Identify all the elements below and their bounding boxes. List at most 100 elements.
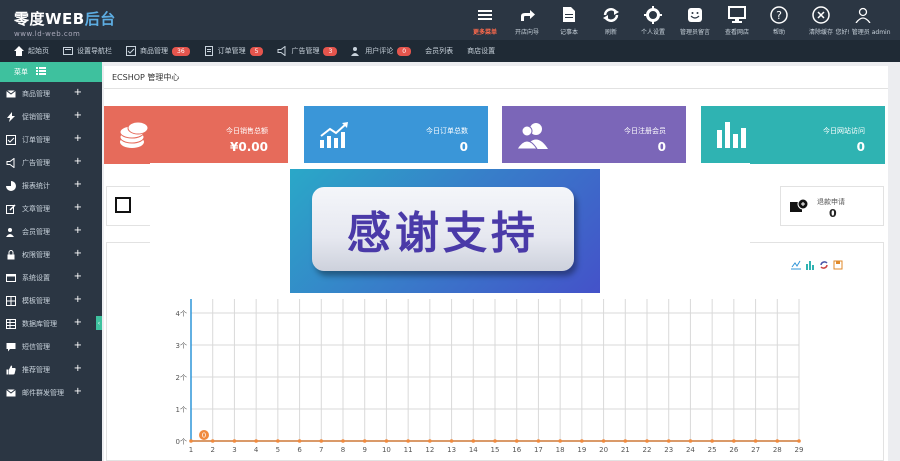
line-chart-icon[interactable]	[791, 260, 801, 270]
sidebar-item[interactable]: 订单管理 +	[0, 128, 102, 151]
topnav-setup-wizard[interactable]: 开店向导	[506, 0, 548, 40]
topnav-view-store[interactable]: 查看网店	[716, 0, 758, 40]
quick-nav-ads[interactable]: 广告管理 3	[277, 46, 338, 56]
thank-you-button[interactable]: 感谢支持	[312, 187, 574, 271]
quick-nav-comments[interactable]: 用户评论 0	[351, 46, 412, 56]
expand-plus-icon[interactable]: +	[74, 340, 82, 351]
users-icon	[516, 120, 550, 152]
expand-plus-icon[interactable]: +	[74, 271, 82, 282]
sidebar-item[interactable]: 会员管理 +	[0, 220, 102, 243]
expand-plus-icon[interactable]: +	[74, 248, 82, 259]
quick-nav-label: 广告管理	[291, 47, 320, 55]
quick-nav-goods[interactable]: 商品管理 36	[126, 46, 190, 56]
expand-plus-icon[interactable]: +	[74, 202, 82, 213]
expand-plus-icon[interactable]: +	[74, 110, 82, 121]
sidebar-item[interactable]: 邮件群发管理 +	[0, 381, 102, 404]
sidebar-item-label: 模板管理	[22, 296, 50, 305]
x-tick-label: 14	[469, 446, 478, 454]
data-point	[297, 439, 302, 443]
save-icon[interactable]	[833, 260, 843, 270]
sidebar-item[interactable]: 短信管理 +	[0, 335, 102, 358]
topnav-label: 个人设置	[640, 28, 665, 36]
stat-card-members[interactable]: 今日注册会员 0	[502, 106, 686, 164]
refund-icon	[789, 197, 809, 217]
data-point	[449, 439, 454, 443]
topnav-personal-settings[interactable]: 个人设置	[632, 0, 674, 40]
x-tick-label: 5	[276, 446, 280, 454]
sidebar-item-label: 权限管理	[22, 250, 50, 259]
sidebar-item[interactable]: 报表统计 +	[0, 174, 102, 197]
stat-card-orders[interactable]: 今日订单总数 0	[304, 106, 488, 164]
sidebar-item[interactable]: 系统设置 +	[0, 266, 102, 289]
top-nav: 更多菜单 开店向导 记事本 刷新 个人设置 管理员留言 查看网店 ? 帮助 清除…	[464, 0, 891, 40]
sidebar-item[interactable]: 广告管理 +	[0, 151, 102, 174]
data-point	[276, 439, 280, 443]
quick-nav-members[interactable]: 会员列表	[425, 46, 453, 56]
data-point	[732, 439, 736, 443]
stat-card-sales[interactable]: 今日销售总额 ¥0.00	[104, 106, 288, 164]
quick-nav-store-settings[interactable]: 商店设置	[467, 46, 495, 56]
x-tick-label: 27	[751, 446, 760, 454]
sidebar-collapse-handle[interactable]: ‹	[96, 316, 102, 330]
expand-plus-icon[interactable]: +	[74, 363, 82, 374]
data-point	[601, 439, 606, 443]
data-point	[710, 439, 714, 443]
x-tick-label: 29	[795, 446, 804, 454]
x-tick-label: 18	[556, 446, 565, 454]
topnav-help[interactable]: ? 帮助	[758, 0, 800, 40]
x-tick-label: 6	[297, 446, 302, 454]
thumb-icon	[6, 365, 18, 375]
expand-plus-icon[interactable]: +	[74, 133, 82, 144]
x-tick-label: 1	[189, 446, 193, 454]
expand-plus-icon[interactable]: +	[74, 179, 82, 190]
top-bar: 零度WEB后台 www.ld-web.com 更多菜单 开店向导 记事本 刷新 …	[0, 0, 900, 40]
logo[interactable]: 零度WEB后台 www.ld-web.com	[14, 8, 116, 38]
data-point	[797, 439, 801, 443]
topnav-more-menu[interactable]: 更多菜单	[464, 0, 506, 40]
quick-nav-settings[interactable]: 设置导航栏	[63, 46, 112, 56]
sidebar-item[interactable]: 商品管理 +	[0, 82, 102, 105]
topnav-notepad[interactable]: 记事本	[548, 0, 590, 40]
stat-card-value: ¥0.00	[230, 140, 268, 154]
expand-plus-icon[interactable]: +	[74, 156, 82, 167]
y-tick-label: 4个	[176, 310, 187, 318]
expand-plus-icon[interactable]: +	[74, 225, 82, 236]
topnav-user[interactable]: 您好! 管理员 admin	[835, 0, 891, 40]
quick-nav-home[interactable]: 起始页	[14, 46, 49, 56]
expand-plus-icon[interactable]: +	[74, 87, 82, 98]
sidebar: 菜单 商品管理 + 促销管理 + 订单管理 + 广告管理 + 报表统计 + 文章管理 + 会员管理 + 权限…	[0, 62, 102, 461]
sidebar-item[interactable]: 推荐管理 +	[0, 358, 102, 381]
sidebar-item[interactable]: 权限管理 +	[0, 243, 102, 266]
logo-accent: 后台	[84, 10, 116, 28]
bar-chart-icon[interactable]	[805, 260, 815, 270]
sidebar-item[interactable]: 文章管理 +	[0, 197, 102, 220]
thank-you-banner[interactable]: 感谢支持	[290, 169, 600, 293]
chat-icon	[685, 5, 705, 25]
check-icon	[126, 46, 136, 56]
topnav-label: 记事本	[559, 28, 578, 36]
x-tick-label: 21	[621, 446, 630, 454]
refresh-icon[interactable]	[819, 260, 829, 270]
data-point	[406, 439, 410, 443]
expand-plus-icon[interactable]: +	[74, 386, 82, 397]
info-box-refunds[interactable]: 退款申请 0	[780, 186, 884, 226]
users-icon	[6, 227, 18, 237]
sidebar-item[interactable]: 模板管理 +	[0, 289, 102, 312]
sidebar-header[interactable]: 菜单	[0, 62, 102, 82]
list-icon	[36, 67, 46, 77]
data-point	[580, 439, 584, 443]
stat-card-visits[interactable]: 今日网站访问 0	[701, 106, 885, 164]
data-point	[666, 439, 671, 443]
x-tick-label: 22	[643, 446, 652, 454]
sidebar-item[interactable]: 数据库管理 +	[0, 312, 102, 335]
x-tick-label: 7	[319, 446, 323, 454]
topnav-admin-message[interactable]: 管理员留言	[674, 0, 716, 40]
count-badge: 36	[172, 46, 190, 56]
expand-plus-icon[interactable]: +	[74, 294, 82, 305]
banner-text: 感谢支持	[347, 208, 539, 259]
count-badge: 5	[249, 46, 264, 56]
sidebar-item[interactable]: 促销管理 +	[0, 105, 102, 128]
topnav-refresh[interactable]: 刷新	[590, 0, 632, 40]
quick-nav-orders[interactable]: 订单管理 5	[204, 46, 264, 56]
expand-plus-icon[interactable]: +	[74, 317, 82, 328]
